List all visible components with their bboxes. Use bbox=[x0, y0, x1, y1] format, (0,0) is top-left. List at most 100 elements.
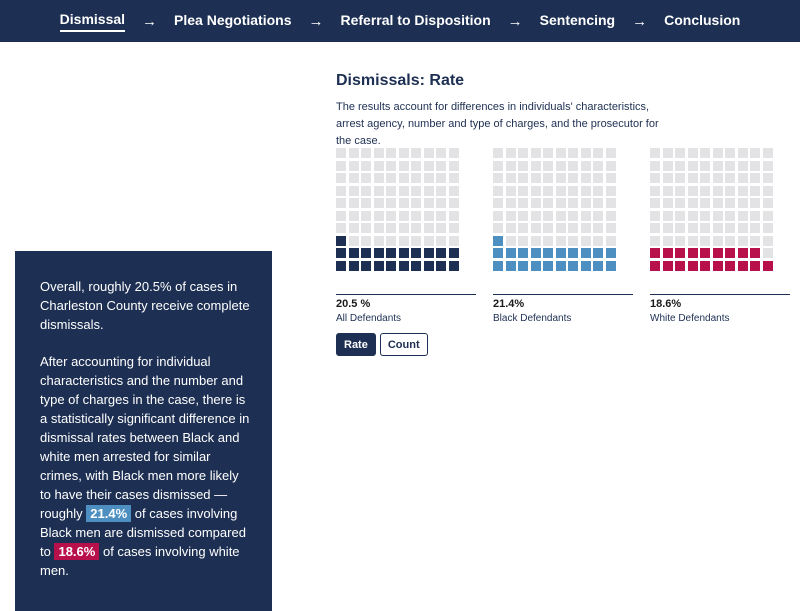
empty-cell bbox=[650, 173, 660, 183]
empty-cell bbox=[750, 148, 760, 158]
empty-cell bbox=[712, 198, 723, 208]
filled-cell bbox=[386, 248, 396, 258]
empty-cell bbox=[448, 185, 459, 196]
filled-cell bbox=[361, 248, 371, 258]
empty-cell bbox=[518, 210, 528, 221]
empty-cell bbox=[423, 173, 434, 183]
empty-cell bbox=[543, 185, 553, 196]
stat-baseline bbox=[650, 294, 790, 295]
rate-button[interactable]: Rate bbox=[336, 333, 376, 356]
empty-cell bbox=[762, 198, 773, 208]
filled-cell bbox=[568, 248, 578, 258]
empty-cell bbox=[555, 185, 566, 196]
nav-arrow-icon: → bbox=[308, 12, 324, 30]
empty-cell bbox=[543, 148, 553, 158]
panel-description: The results account for differences in i… bbox=[336, 101, 659, 147]
waffle-black-defendants: 21.4% Black Defendants bbox=[493, 148, 633, 324]
empty-cell bbox=[605, 223, 616, 233]
empty-cell bbox=[568, 210, 578, 221]
empty-cell bbox=[373, 210, 384, 221]
white-rate-highlight: 18.6% bbox=[54, 543, 100, 560]
count-button[interactable]: Count bbox=[379, 333, 428, 356]
empty-cell bbox=[361, 223, 371, 233]
empty-cell bbox=[423, 160, 434, 171]
filled-cell bbox=[436, 260, 446, 271]
empty-cell bbox=[423, 223, 434, 233]
stat-value: 20.5 % bbox=[336, 298, 371, 310]
empty-cell bbox=[675, 235, 685, 246]
filled-cell bbox=[530, 260, 541, 271]
empty-cell bbox=[518, 235, 528, 246]
nav-item-dismissal[interactable]: Dismissal bbox=[59, 11, 126, 32]
empty-cell bbox=[605, 173, 616, 183]
filled-cell bbox=[336, 248, 346, 258]
empty-cell bbox=[593, 148, 603, 158]
nav-item-plea-negotiations[interactable]: Plea Negotiations bbox=[174, 12, 291, 31]
empty-cell bbox=[518, 223, 528, 233]
empty-cell bbox=[725, 223, 735, 233]
empty-cell bbox=[568, 185, 578, 196]
filled-cell bbox=[593, 248, 603, 258]
empty-cell bbox=[411, 198, 421, 208]
nav-item-sentencing[interactable]: Sentencing bbox=[540, 12, 615, 31]
empty-cell bbox=[373, 223, 384, 233]
empty-cell bbox=[568, 235, 578, 246]
empty-cell bbox=[700, 235, 710, 246]
empty-cell bbox=[423, 185, 434, 196]
empty-cell bbox=[737, 223, 748, 233]
empty-cell bbox=[675, 160, 685, 171]
empty-cell bbox=[505, 210, 516, 221]
empty-cell bbox=[568, 223, 578, 233]
empty-cell bbox=[373, 160, 384, 171]
empty-cell bbox=[605, 210, 616, 221]
empty-cell bbox=[555, 173, 566, 183]
filled-cell bbox=[505, 260, 516, 271]
empty-cell bbox=[650, 160, 660, 171]
filled-cell bbox=[737, 260, 748, 271]
filled-cell bbox=[687, 248, 698, 258]
empty-cell bbox=[662, 160, 673, 171]
empty-cell bbox=[448, 173, 459, 183]
empty-cell bbox=[605, 185, 616, 196]
empty-cell bbox=[530, 185, 541, 196]
filled-cell bbox=[493, 235, 503, 246]
empty-cell bbox=[493, 223, 503, 233]
empty-cell bbox=[348, 160, 359, 171]
filled-cell bbox=[423, 260, 434, 271]
empty-cell bbox=[750, 235, 760, 246]
filled-cell bbox=[493, 260, 503, 271]
nav-item-conclusion[interactable]: Conclusion bbox=[664, 12, 740, 31]
empty-cell bbox=[700, 148, 710, 158]
empty-cell bbox=[386, 210, 396, 221]
empty-cell bbox=[650, 235, 660, 246]
empty-cell bbox=[650, 223, 660, 233]
empty-cell bbox=[373, 173, 384, 183]
empty-cell bbox=[750, 160, 760, 171]
empty-cell bbox=[605, 160, 616, 171]
empty-cell bbox=[737, 235, 748, 246]
empty-cell bbox=[580, 210, 591, 221]
empty-cell bbox=[737, 185, 748, 196]
empty-cell bbox=[605, 148, 616, 158]
empty-cell bbox=[373, 148, 384, 158]
empty-cell bbox=[398, 173, 409, 183]
empty-cell bbox=[737, 148, 748, 158]
empty-cell bbox=[662, 148, 673, 158]
empty-cell bbox=[662, 173, 673, 183]
empty-cell bbox=[580, 223, 591, 233]
empty-cell bbox=[386, 223, 396, 233]
empty-cell bbox=[436, 210, 446, 221]
empty-cell bbox=[687, 210, 698, 221]
nav-item-referral-to-disposition[interactable]: Referral to Disposition bbox=[341, 12, 491, 31]
empty-cell bbox=[348, 210, 359, 221]
empty-cell bbox=[593, 185, 603, 196]
filled-cell bbox=[580, 260, 591, 271]
empty-cell bbox=[543, 223, 553, 233]
empty-cell bbox=[568, 173, 578, 183]
filled-cell bbox=[505, 248, 516, 258]
empty-cell bbox=[423, 148, 434, 158]
empty-cell bbox=[712, 235, 723, 246]
empty-cell bbox=[436, 198, 446, 208]
filled-cell bbox=[725, 260, 735, 271]
empty-cell bbox=[398, 185, 409, 196]
